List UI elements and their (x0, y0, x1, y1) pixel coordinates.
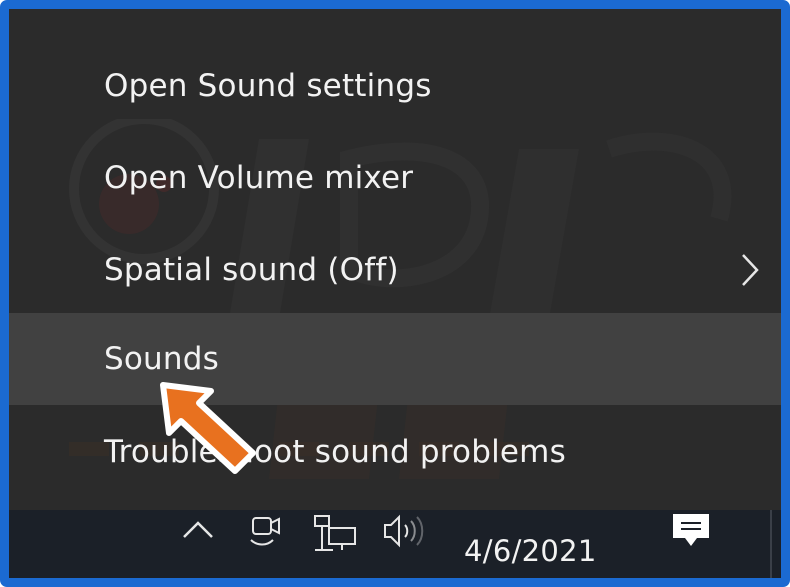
menu-item-open-sound-settings[interactable]: Open Sound settings (9, 40, 781, 132)
show-desktop-divider (770, 510, 772, 578)
menu-item-label: Open Sound settings (104, 68, 432, 104)
screenshot-frame: Open Sound settings Open Volume mixer Sp… (0, 0, 790, 587)
camera-icon[interactable] (247, 514, 283, 548)
menu-item-open-volume-mixer[interactable]: Open Volume mixer (9, 132, 781, 224)
taskbar: 4/6/2021 (9, 510, 781, 578)
menu-item-label: Open Volume mixer (104, 160, 414, 196)
speaker-icon[interactable] (381, 514, 429, 548)
menu-item-troubleshoot-sound-problems[interactable]: Troubleshoot sound problems (9, 406, 781, 498)
network-icon[interactable] (311, 514, 359, 554)
tray-date[interactable]: 4/6/2021 (464, 534, 597, 568)
chevron-up-icon[interactable] (181, 518, 215, 540)
notification-icon[interactable] (669, 512, 713, 550)
pointer-arrow-icon (160, 382, 256, 474)
chevron-right-icon (742, 254, 759, 286)
sound-context-menu: Open Sound settings Open Volume mixer Sp… (9, 9, 781, 510)
menu-item-spatial-sound[interactable]: Spatial sound (Off) (9, 224, 781, 316)
menu-item-label: Spatial sound (Off) (104, 252, 399, 288)
menu-item-sounds[interactable]: Sounds (9, 313, 781, 405)
